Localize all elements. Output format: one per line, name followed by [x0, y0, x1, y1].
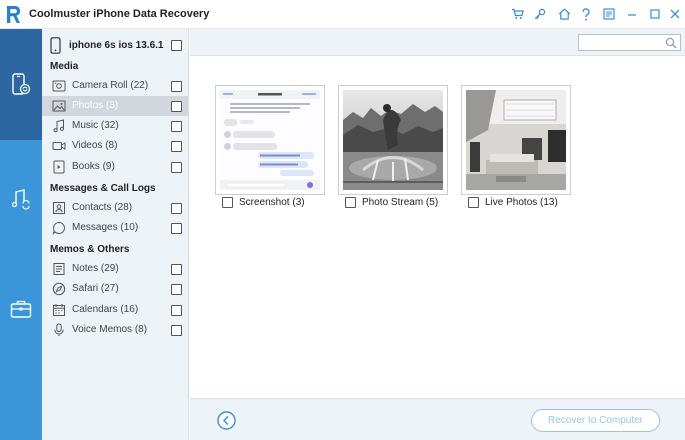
album-name: Screenshot (3): [239, 197, 305, 208]
album-checkbox[interactable]: [345, 197, 356, 208]
section-title-memos: Memos & Others: [50, 244, 130, 255]
search-box[interactable]: [578, 34, 681, 51]
mode-rail: [0, 29, 42, 440]
category-checkbox[interactable]: [171, 162, 182, 173]
category-panel: iphone 6s ios 13.6.1 Media Camera Roll (…: [42, 29, 189, 440]
device-row[interactable]: iphone 6s ios 13.6.1: [42, 35, 189, 57]
video-icon: [52, 142, 66, 150]
category-checkbox[interactable]: [171, 223, 182, 234]
home-icon[interactable]: [555, 5, 573, 23]
recover-to-computer-button[interactable]: Recover to Computer: [531, 409, 660, 432]
category-label: Notes (29): [72, 263, 119, 274]
briefcase-icon: [10, 300, 32, 318]
album-checkbox[interactable]: [222, 197, 233, 208]
device-name: iphone 6s ios 13.6.1: [69, 40, 164, 51]
music-sync-icon: [11, 189, 30, 210]
category-notes[interactable]: Notes (29): [42, 259, 188, 279]
app-logo-icon: [7, 5, 21, 24]
category-checkbox[interactable]: [171, 203, 182, 214]
calendar-icon: [53, 304, 65, 316]
content-toolbar: [190, 29, 685, 56]
feedback-icon[interactable]: [600, 5, 618, 23]
category-label: Videos (8): [72, 140, 118, 151]
category-voice-memos[interactable]: Voice Memos (8): [42, 320, 188, 340]
cart-icon[interactable]: [508, 5, 526, 23]
category-label: Voice Memos (8): [72, 324, 148, 335]
category-label: Photos (3): [72, 100, 119, 111]
category-photos[interactable]: Photos (3): [42, 96, 188, 116]
minimize-icon[interactable]: [623, 5, 641, 23]
notes-icon: [53, 263, 65, 275]
iphone-icon: [50, 37, 61, 54]
search-input[interactable]: [581, 36, 665, 49]
category-label: Camera Roll (22): [72, 80, 149, 91]
album-name: Photo Stream (5): [362, 197, 439, 208]
category-music[interactable]: Music (32): [42, 116, 188, 136]
category-videos[interactable]: Videos (8): [42, 136, 188, 156]
category-checkbox[interactable]: [171, 81, 182, 92]
category-label: Music (32): [72, 120, 119, 131]
category-label: Books (9): [72, 161, 115, 172]
category-checkbox[interactable]: [171, 121, 182, 132]
bottom-bar: Recover to Computer: [190, 398, 685, 440]
album-name: Live Photos (13): [485, 197, 558, 208]
back-arrow-icon[interactable]: [217, 411, 236, 430]
category-checkbox[interactable]: [171, 284, 182, 295]
category-label: Contacts (28): [72, 202, 133, 213]
book-icon: [53, 160, 65, 174]
category-safari[interactable]: Safari (27): [42, 279, 188, 299]
help-icon[interactable]: [577, 5, 595, 23]
rail-tab-icloud-recovery[interactable]: [0, 289, 42, 329]
title-bar: Coolmuster iPhone Data Recovery: [0, 0, 685, 29]
category-contacts[interactable]: Contacts (28): [42, 198, 188, 218]
album-live-photos[interactable]: [461, 85, 571, 195]
phone-recovery-icon: [12, 72, 31, 95]
category-label: Safari (27): [72, 283, 119, 294]
messages-icon: [52, 221, 65, 235]
category-checkbox[interactable]: [171, 141, 182, 152]
photos-icon: [52, 100, 66, 112]
category-books[interactable]: Books (9): [42, 157, 188, 177]
category-checkbox[interactable]: [171, 264, 182, 275]
content-area: Screenshot (3) Photo Stream (5) Live Pho…: [190, 29, 685, 440]
category-checkbox[interactable]: [171, 325, 182, 336]
category-calendars[interactable]: Calendars (16): [42, 300, 188, 320]
rail-tab-itunes-recovery[interactable]: [0, 179, 42, 219]
screenshot-thumbnail: [220, 90, 320, 190]
music-icon: [53, 119, 65, 133]
section-title-media: Media: [50, 61, 79, 72]
category-label: Messages (10): [72, 222, 139, 233]
search-icon[interactable]: [665, 37, 677, 49]
key-icon[interactable]: [531, 5, 549, 23]
album-photo-stream[interactable]: [338, 85, 448, 195]
app-title: Coolmuster iPhone Data Recovery: [29, 8, 210, 20]
category-checkbox[interactable]: [171, 101, 182, 112]
category-label: Calendars (16): [72, 304, 139, 315]
microphone-icon: [54, 323, 64, 336]
category-checkbox[interactable]: [171, 305, 182, 316]
category-messages[interactable]: Messages (10): [42, 218, 188, 238]
select-all-checkbox[interactable]: [171, 40, 182, 51]
close-icon[interactable]: [666, 5, 684, 23]
album-screenshot[interactable]: [215, 85, 325, 195]
camera-icon: [52, 80, 66, 92]
section-title-messages: Messages & Call Logs: [50, 183, 156, 194]
contacts-icon: [53, 202, 65, 214]
live-photos-thumbnail: [466, 90, 566, 190]
category-camera-roll[interactable]: Camera Roll (22): [42, 76, 188, 96]
maximize-icon[interactable]: [646, 5, 664, 23]
photo-stream-thumbnail: [343, 90, 443, 190]
rail-tab-ios-recovery[interactable]: [0, 29, 42, 140]
safari-icon: [52, 282, 66, 296]
album-checkbox[interactable]: [468, 197, 479, 208]
